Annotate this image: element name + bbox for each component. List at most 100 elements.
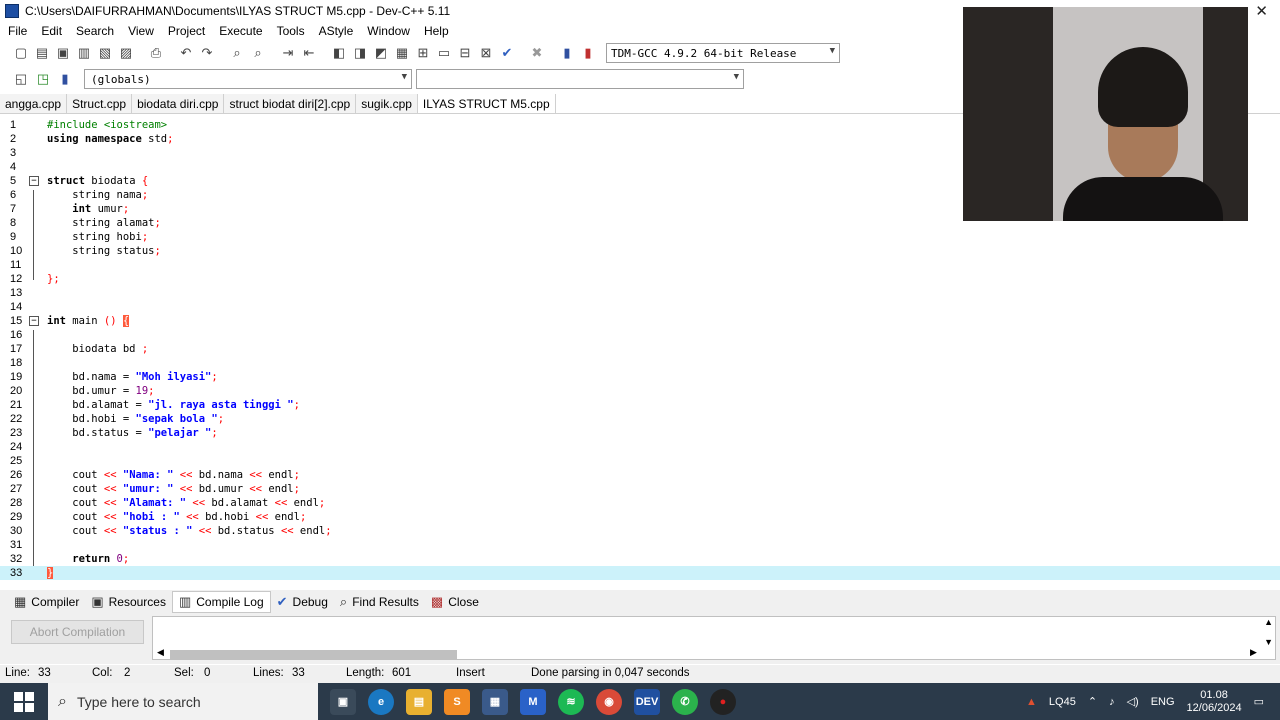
tab-struct-biodat-diri-2[interactable]: struct biodat diri[2].cpp: [224, 94, 357, 113]
new-project-icon[interactable]: ◧: [330, 44, 348, 62]
unindent-icon[interactable]: ⇤: [300, 44, 318, 62]
whatsapp-icon[interactable]: ✆: [672, 688, 698, 715]
window-close-button[interactable]: ✕: [1255, 2, 1268, 20]
scrollbar-thumb[interactable]: [170, 650, 457, 659]
fold-toggle-icon[interactable]: −: [29, 176, 39, 186]
undo-icon[interactable]: ↶: [177, 44, 195, 62]
status-lines-value: 33: [292, 667, 305, 679]
notifications-icon[interactable]: ▭: [1254, 695, 1264, 708]
tab-resources[interactable]: ▣ Resources: [85, 591, 172, 613]
devcpp-taskbar-icon[interactable]: DEV: [634, 688, 660, 715]
tab-compile-log[interactable]: ▥ Compile Log: [171, 591, 271, 613]
save-all-icon[interactable]: ▥: [75, 44, 93, 62]
microphone-icon[interactable]: ♪: [1109, 696, 1115, 708]
spotify-icon[interactable]: ≋: [558, 688, 584, 715]
menu-file[interactable]: File: [0, 24, 33, 38]
find-icon[interactable]: ⌕: [228, 44, 246, 62]
visual-studio-icon[interactable]: M: [520, 688, 546, 715]
line-number: 13: [10, 287, 23, 299]
scope-select[interactable]: (globals) ▼: [84, 69, 412, 89]
tab-ilyas-struct-m5[interactable]: ILYAS STRUCT M5.cpp: [417, 94, 556, 113]
store-icon[interactable]: ▦: [482, 688, 508, 715]
delete-profile-icon[interactable]: ▮: [579, 44, 597, 62]
menu-tools[interactable]: Tools: [269, 24, 311, 38]
scroll-up-icon[interactable]: ▲: [1264, 617, 1273, 627]
check-syntax-icon[interactable]: ✔: [498, 44, 516, 62]
redo-icon[interactable]: ↷: [198, 44, 216, 62]
stop-icon[interactable]: ✖: [528, 44, 546, 62]
new-file-icon[interactable]: ▢: [12, 44, 30, 62]
abort-compilation-button[interactable]: Abort Compilation: [11, 620, 144, 644]
file-explorer-icon[interactable]: ▤: [406, 688, 432, 715]
profile-icon[interactable]: ▮: [558, 44, 576, 62]
taskbar-search-box[interactable]: ⌕ Type here to search: [48, 683, 318, 720]
scroll-left-icon[interactable]: ◀: [157, 647, 164, 658]
status-sel-value: 0: [204, 667, 211, 679]
status-bar: Line: 33 Col: 2 Sel: 0 Lines: 33 Length:…: [0, 665, 1280, 683]
check-icon: ✔: [276, 594, 288, 609]
compiler-select[interactable]: TDM-GCC 4.9.2 64-bit Release ▼: [606, 43, 840, 63]
indent-icon[interactable]: ⇥: [279, 44, 297, 62]
windows-start-icon[interactable]: [14, 692, 34, 712]
menu-search[interactable]: Search: [68, 24, 120, 38]
tab-debug[interactable]: ✔ Debug: [271, 591, 334, 613]
rebuild-icon[interactable]: ⊠: [477, 44, 495, 62]
code-token: <<: [103, 525, 117, 537]
goto-definition-icon[interactable]: ◳: [34, 70, 52, 88]
chrome-icon[interactable]: ◉: [596, 688, 622, 715]
close-file-icon[interactable]: ▧: [96, 44, 114, 62]
open-file-icon[interactable]: ▤: [33, 44, 51, 62]
menu-window[interactable]: Window: [359, 24, 416, 38]
tab-sugik[interactable]: sugik.cpp: [356, 94, 418, 113]
tray-app-label[interactable]: LQ45: [1049, 696, 1076, 708]
code-token: ;: [154, 245, 161, 257]
bookmark-icon[interactable]: ▮: [56, 70, 74, 88]
close-all-icon[interactable]: ▨: [117, 44, 135, 62]
record-icon[interactable]: ●: [710, 688, 736, 715]
volume-icon[interactable]: ◁): [1127, 695, 1139, 708]
code-token: endl: [293, 525, 326, 537]
tab-close[interactable]: ▩ Close: [425, 591, 485, 613]
sublime-icon[interactable]: S: [444, 688, 470, 715]
edge-icon[interactable]: e: [368, 688, 394, 715]
fold-toggle-icon[interactable]: −: [29, 316, 39, 326]
compile-run-icon[interactable]: ⊟: [456, 44, 474, 62]
line-number: 32: [10, 553, 23, 565]
task-view-icon[interactable]: ▣: [330, 688, 356, 715]
replace-icon[interactable]: ⌕: [249, 44, 267, 62]
run-icon[interactable]: ▭: [435, 44, 453, 62]
stock-app-icon[interactable]: ▲: [1026, 696, 1037, 708]
scroll-right-icon[interactable]: ▶: [1250, 647, 1257, 658]
goto-declaration-icon[interactable]: ◱: [12, 70, 30, 88]
print-icon[interactable]: ⎙: [147, 44, 165, 62]
code-token: <<: [179, 469, 193, 481]
code-token: endl: [262, 469, 294, 481]
tab-angga[interactable]: angga.cpp: [0, 94, 68, 113]
tab-struct[interactable]: Struct.cpp: [67, 94, 133, 113]
class-browser-icon[interactable]: ▦: [393, 44, 411, 62]
save-icon[interactable]: ▣: [54, 44, 72, 62]
code-token: cout: [47, 483, 104, 495]
symbol-select[interactable]: ▼: [416, 69, 744, 89]
code-token: int: [47, 203, 92, 215]
line-number: 26: [10, 469, 23, 481]
horizontal-scrollbar[interactable]: [168, 648, 1260, 660]
scroll-down-icon[interactable]: ▼: [1264, 637, 1273, 647]
tab-compiler[interactable]: ▦ Compiler: [8, 591, 85, 613]
menu-astyle[interactable]: AStyle: [311, 24, 360, 38]
tab-biodata-diri[interactable]: biodata diri.cpp: [132, 94, 225, 113]
taskbar-clock[interactable]: 01.08 12/06/2024: [1187, 689, 1242, 715]
menu-help[interactable]: Help: [416, 24, 455, 38]
tab-find-results[interactable]: ⌕ Find Results: [334, 591, 425, 613]
insert-icon[interactable]: ◨: [351, 44, 369, 62]
chevron-up-icon[interactable]: ⌃: [1088, 695, 1097, 708]
menu-execute[interactable]: Execute: [211, 24, 268, 38]
code-token: <<: [280, 525, 294, 537]
compile-icon[interactable]: ⊞: [414, 44, 432, 62]
menu-view[interactable]: View: [120, 24, 160, 38]
menu-project[interactable]: Project: [160, 24, 211, 38]
menu-edit[interactable]: Edit: [33, 24, 68, 38]
toggle-icon[interactable]: ◩: [372, 44, 390, 62]
code-token: ;: [325, 525, 332, 537]
language-indicator[interactable]: ENG: [1151, 696, 1175, 708]
